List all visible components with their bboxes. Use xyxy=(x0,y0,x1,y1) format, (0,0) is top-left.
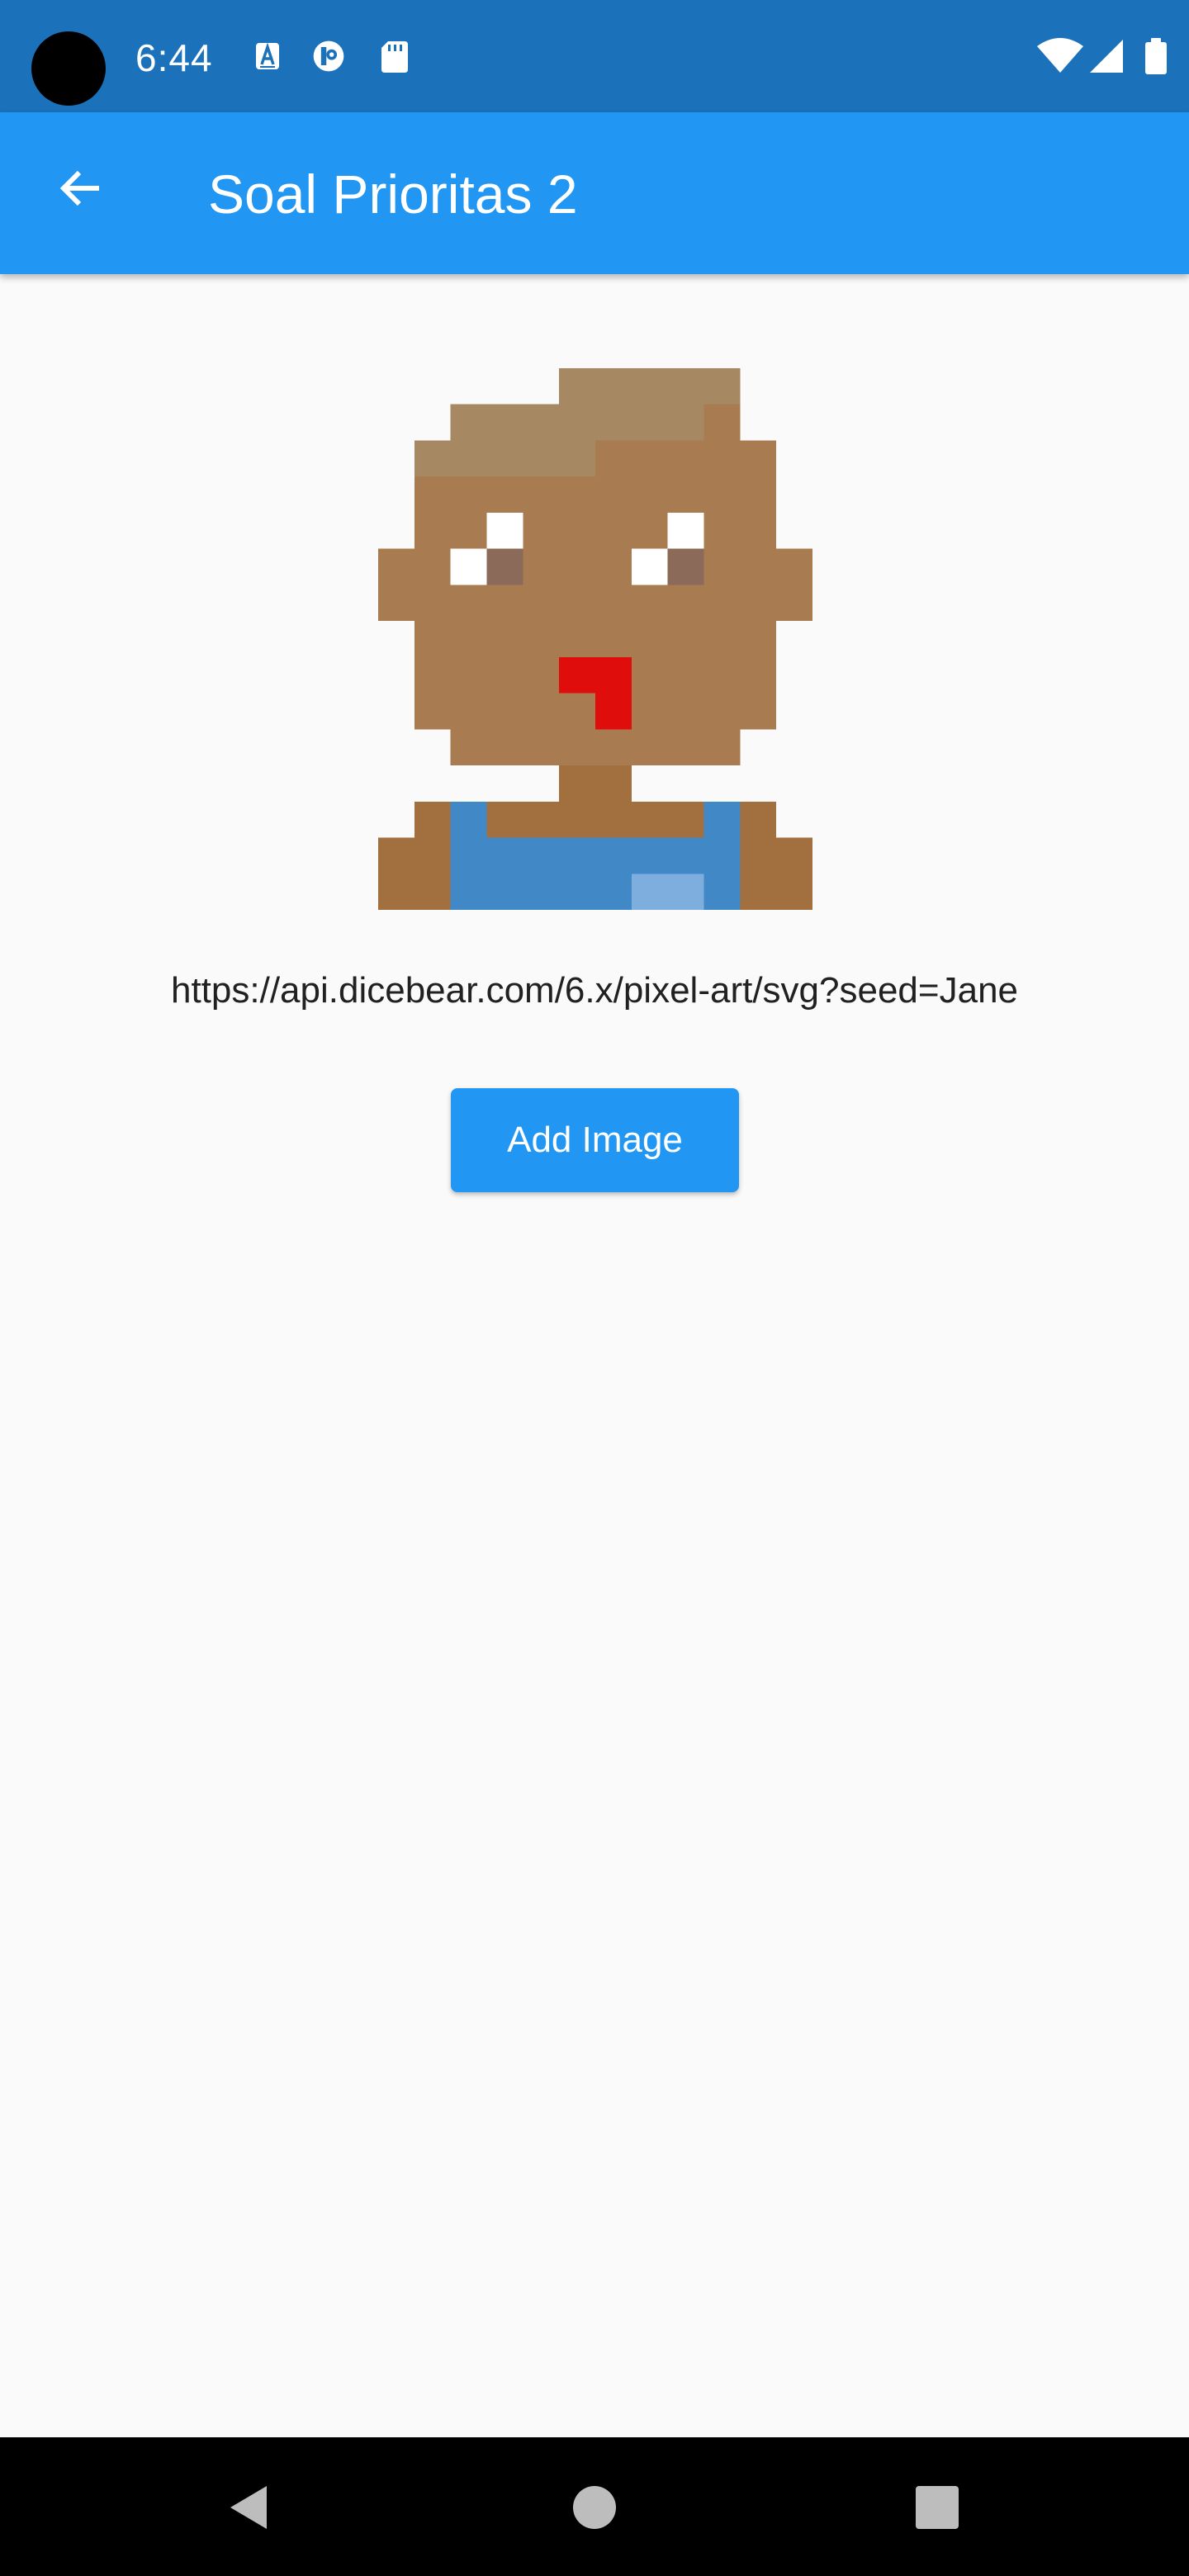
battery-icon xyxy=(1145,38,1167,74)
arrow-back-icon xyxy=(59,170,99,206)
home-circle-icon xyxy=(573,2486,616,2529)
nav-home-button[interactable] xyxy=(557,2470,632,2545)
page-title: Soal Prioritas 2 xyxy=(208,163,578,225)
sync-icon xyxy=(313,40,344,72)
wifi-icon xyxy=(1037,38,1083,73)
sd-card-icon xyxy=(381,41,408,73)
cellular-signal-icon xyxy=(1090,40,1123,73)
add-image-button[interactable]: Add Image xyxy=(451,1088,739,1192)
status-time: 6:44 xyxy=(135,36,213,79)
text-a-icon xyxy=(256,42,279,69)
nav-recents-button[interactable] xyxy=(900,2470,974,2545)
back-triangle-icon xyxy=(230,2486,267,2529)
app-bar xyxy=(0,112,1189,274)
back-button[interactable] xyxy=(40,147,122,230)
image-url-text: https://api.dicebear.com/6.x/pixel-art/s… xyxy=(170,970,1019,1011)
recents-square-icon xyxy=(916,2486,959,2529)
pixel-art-avatar xyxy=(378,368,812,910)
camera-cutout xyxy=(31,31,106,106)
nav-back-button[interactable] xyxy=(211,2470,286,2545)
